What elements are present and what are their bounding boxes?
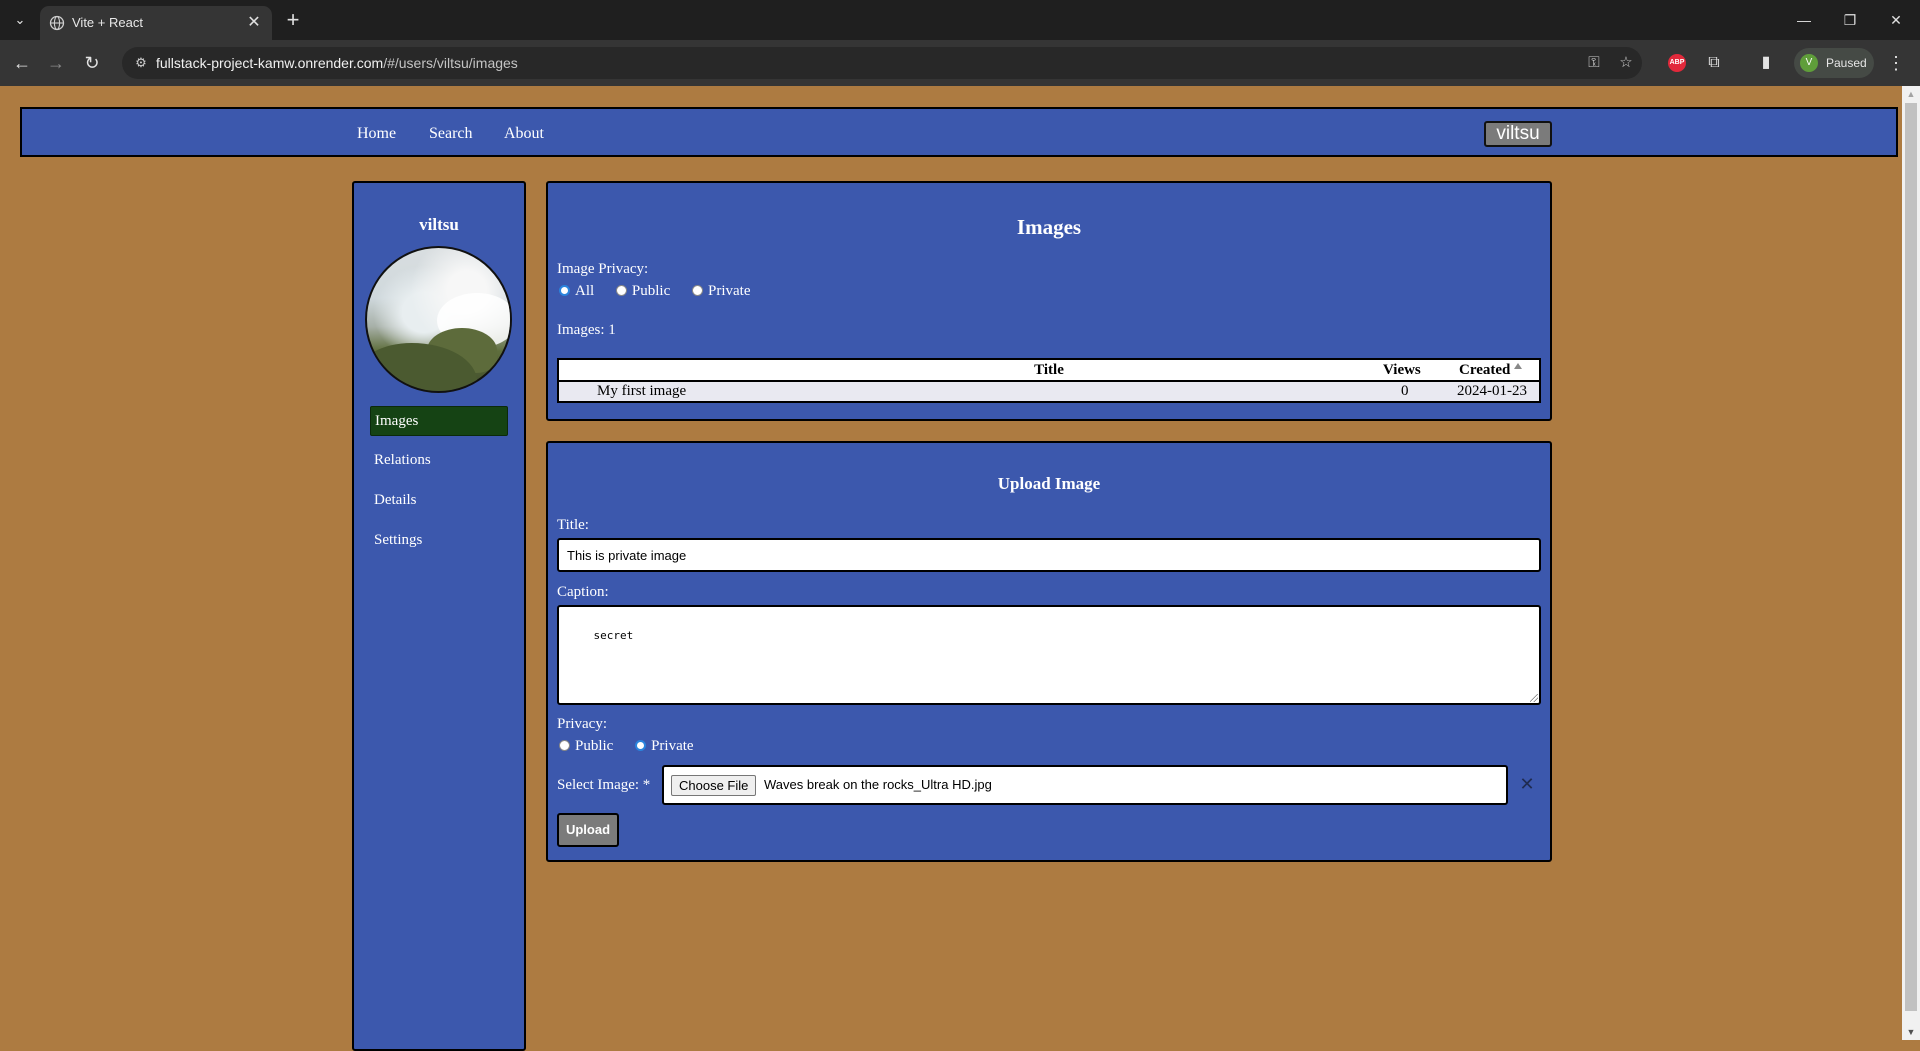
minimize-icon[interactable]: — (1782, 8, 1826, 32)
radio-all[interactable] (559, 285, 570, 297)
cell-created: 2024-01-23 (1457, 383, 1527, 399)
user-menu-button[interactable]: viltsu (1484, 121, 1552, 147)
image-privacy-label: Image Privacy: (557, 261, 649, 277)
scroll-down-arrow-icon[interactable]: ▼ (1902, 1024, 1920, 1040)
caption-textarea[interactable]: secret (557, 605, 1541, 705)
column-header-views[interactable]: Views (1383, 360, 1421, 380)
sort-ascending-icon (1514, 362, 1523, 369)
adblock-extension-icon[interactable]: ABP (1668, 54, 1686, 72)
sidebar-item-images[interactable]: Images (370, 406, 508, 436)
radio-public-label[interactable]: Public (632, 283, 670, 299)
nav-link-home[interactable]: Home (357, 125, 396, 143)
file-input[interactable]: Choose File Waves break on the rocks_Ult… (662, 765, 1508, 805)
sidebar-item-relations[interactable]: Relations (370, 446, 508, 476)
images-panel-title: Images (1016, 215, 1082, 239)
profile-avatar: V (1800, 54, 1818, 72)
browser-toolbar: ← → ↻ ⚙ fullstack-project-kamw.onrender.… (0, 40, 1920, 86)
password-key-icon[interactable]: ⚿ (1584, 53, 1604, 73)
window-close-icon[interactable]: ✕ (1874, 8, 1918, 32)
clear-file-icon[interactable]: ✕ (1517, 773, 1537, 795)
forward-arrow-icon[interactable]: → (44, 51, 68, 75)
profile-sidebar: viltsu Images Relations Details Settings (352, 181, 526, 1051)
images-panel: Images Image Privacy: All Public Private… (546, 181, 1552, 421)
title-label: Title: (557, 517, 589, 533)
upload-panel: Upload Image Title: Caption: secret Priv… (546, 441, 1552, 862)
images-table: Title Views Created My first image 0 202… (557, 358, 1541, 403)
choose-file-button[interactable]: Choose File (671, 775, 757, 796)
column-header-title[interactable]: Title (969, 360, 1129, 380)
side-panel-icon[interactable]: ▮ (1754, 51, 1778, 75)
upload-radio-public-label[interactable]: Public (575, 738, 613, 754)
profile-avatar-image (365, 246, 512, 393)
bookmark-star-icon[interactable]: ☆ (1616, 53, 1636, 73)
upload-radio-private[interactable] (635, 740, 647, 752)
cell-views: 0 (1401, 383, 1409, 399)
upload-radio-public[interactable] (559, 740, 570, 752)
upload-panel-title: Upload Image (997, 474, 1101, 493)
upload-button[interactable]: Upload (557, 813, 619, 847)
selected-file-name: Waves break on the rocks_Ultra HD.jpg (764, 777, 992, 792)
radio-private[interactable] (692, 285, 704, 297)
scroll-up-arrow-icon[interactable]: ▲ (1902, 86, 1920, 102)
tab-close-icon[interactable]: ✕ (244, 13, 264, 33)
table-row[interactable]: My first image 0 2024-01-23 (559, 380, 1539, 401)
column-header-created-label: Created (1459, 362, 1511, 378)
reload-icon[interactable]: ↻ (80, 51, 104, 75)
browser-tab[interactable]: Vite + React ✕ (40, 6, 272, 40)
url-host: fullstack-project-kamw.onrender.com (156, 55, 384, 71)
url-path: /#/users/viltsu/images (383, 55, 518, 71)
select-image-label: Select Image: * (557, 777, 651, 793)
address-bar[interactable]: ⚙ fullstack-project-kamw.onrender.com/#/… (122, 47, 1642, 79)
sidebar-item-settings[interactable]: Settings (370, 526, 508, 556)
upload-privacy-options: Public Private (559, 737, 712, 755)
tab-title: Vite + React (72, 15, 143, 30)
radio-private-label[interactable]: Private (708, 283, 751, 299)
site-info-icon[interactable]: ⚙ (133, 55, 149, 71)
browser-tab-bar: ⌄ Vite + React ✕ + — ❐ ✕ (0, 0, 1920, 40)
radio-public[interactable] (615, 285, 627, 297)
column-header-created[interactable]: Created (1459, 360, 1523, 380)
caption-label: Caption: (557, 584, 609, 600)
caption-text: secret (593, 629, 634, 642)
page-scrollbar[interactable]: ▲ ▼ (1902, 86, 1920, 1040)
upload-radio-private-label[interactable]: Private (651, 738, 694, 754)
title-input[interactable] (557, 538, 1541, 572)
radio-all-label[interactable]: All (575, 283, 594, 299)
cell-title[interactable]: My first image (597, 382, 686, 401)
restore-icon[interactable]: ❐ (1828, 8, 1872, 32)
scroll-thumb[interactable] (1905, 103, 1917, 1011)
browser-menu-icon[interactable]: ⋮ (1886, 51, 1906, 75)
tab-search-chevron-icon[interactable]: ⌄ (10, 10, 30, 30)
extensions-puzzle-icon[interactable]: ⧉ (1702, 51, 1726, 75)
app-navbar: Home Search About viltsu (20, 107, 1898, 157)
upload-privacy-label: Privacy: (557, 716, 607, 732)
profile-button[interactable]: V Paused (1794, 48, 1874, 78)
sidebar-item-details[interactable]: Details (370, 486, 508, 516)
sidebar-username: viltsu (419, 215, 459, 234)
image-privacy-filter: All Public Private (559, 282, 769, 300)
url-text: fullstack-project-kamw.onrender.com/#/us… (156, 55, 518, 71)
profile-status: Paused (1826, 56, 1867, 70)
nav-link-search[interactable]: Search (429, 125, 473, 143)
nav-link-about[interactable]: About (504, 125, 544, 143)
globe-icon (49, 15, 65, 31)
images-count: Images: 1 (557, 322, 616, 338)
new-tab-plus-icon[interactable]: + (282, 9, 304, 31)
textarea-resize-handle[interactable] (1530, 694, 1538, 702)
back-arrow-icon[interactable]: ← (10, 51, 34, 75)
